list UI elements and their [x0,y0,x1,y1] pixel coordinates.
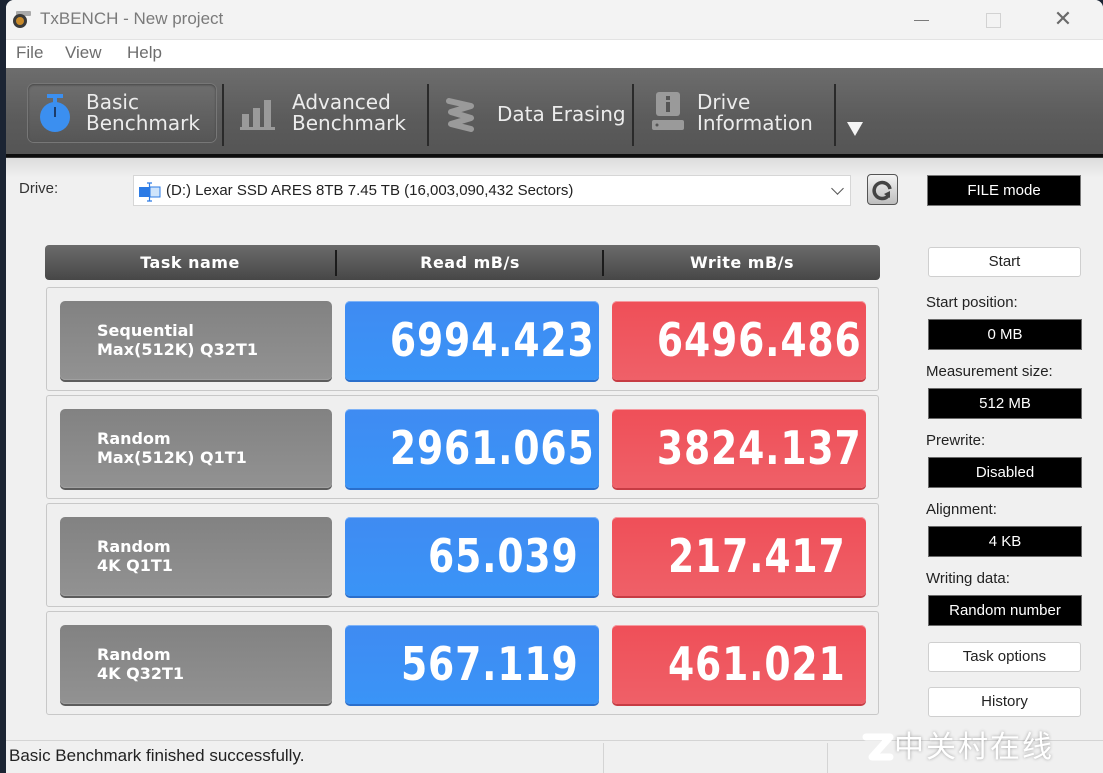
bar-chart-icon [240,100,275,130]
tab-data-erasing[interactable]: Data Erasing [434,84,630,142]
drive-select[interactable]: (D:) Lexar SSD ARES 8TB 7.45 TB (16,003,… [133,175,851,206]
tab-label-line2: Information [697,111,813,135]
read-result: 2961.065 [345,409,599,488]
writing-data-label: Writing data: [926,570,1010,587]
tab-basic-benchmark[interactable]: Basic Benchmark [28,84,216,142]
tab-label-line2: Benchmark [86,111,200,135]
refresh-button[interactable] [867,174,898,205]
writing-data-value[interactable]: Random number [928,595,1082,626]
prewrite-label: Prewrite: [926,432,986,449]
header-task-name: Task name [140,253,240,272]
task-options-button[interactable]: Task options [928,642,1081,672]
status-separator [603,743,604,773]
table-row: Random Max(512K) Q1T1 2961.065 3824.137 [46,395,879,499]
write-result: 3824.137 [612,409,866,488]
maximize-button[interactable] [978,6,1008,34]
tab-label: Data Erasing [497,102,626,126]
alignment-label: Alignment: [926,501,997,518]
task-name: Random 4K Q32T1 [97,645,185,683]
tab-label-line2: Benchmark [292,111,406,135]
start-position-label: Start position: [926,294,1018,311]
toolbar-separator [427,84,429,146]
alignment-value[interactable]: 4 KB [928,526,1082,557]
main-toolbar: Basic Benchmark Advanced Benchmark Data … [6,68,1103,158]
watermark-text: 中关村在线 [894,730,1054,765]
drive-info-icon [652,92,684,130]
menu-file[interactable]: File [16,43,43,63]
menu-bar: File View Help [6,40,1103,68]
status-separator [827,743,828,773]
read-result: 567.119 [345,625,599,704]
refresh-icon [872,180,892,201]
toolbar-separator [632,84,634,146]
toolbar-separator [834,84,836,146]
mode-indicator: FILE mode [927,175,1081,206]
header-write: Write mB/s [689,253,795,272]
start-button[interactable]: Start [928,247,1081,277]
write-result: 217.417 [612,517,866,596]
header-read: Read mB/s [420,253,520,272]
drive-label: Drive: [19,180,59,197]
toolbar-separator [222,84,224,146]
tab-drive-information[interactable]: Drive Information [640,84,836,142]
minimize-button[interactable] [906,6,936,34]
task-name: Random Max(512K) Q1T1 [97,429,247,467]
close-icon: ✕ [1053,7,1073,32]
table-row: Sequential Max(512K) Q32T1 6994.423 6496… [46,287,879,391]
status-text: Basic Benchmark finished successfully. [9,746,305,765]
task-button[interactable]: Random 4K Q32T1 [60,625,332,704]
table-row: Random 4K Q1T1 65.039 217.417 [46,503,879,607]
app-window: TxBENCH - New project ✕ File View Help B… [6,0,1103,773]
stopwatch-icon [40,94,70,132]
app-logo-icon [13,11,31,28]
write-result: 461.021 [612,625,866,704]
measurement-size-value[interactable]: 512 MB [928,388,1082,419]
read-result: 6994.423 [345,301,599,380]
task-name: Random 4K Q1T1 [97,537,173,575]
close-button[interactable]: ✕ [1048,6,1078,34]
prewrite-value[interactable]: Disabled [928,457,1082,488]
triangle-down-icon[interactable] [847,122,863,136]
measurement-size-label: Measurement size: [926,363,1053,380]
chevron-down-icon [831,182,844,195]
write-result: 6496.486 [612,301,866,380]
task-button[interactable]: Random Max(512K) Q1T1 [60,409,332,488]
eraser-icon [446,98,474,132]
title-bar: TxBENCH - New project ✕ [6,0,1103,40]
task-name: Sequential Max(512K) Q32T1 [97,321,258,359]
menu-view[interactable]: View [65,43,102,63]
start-position-value[interactable]: 0 MB [928,319,1082,350]
drive-select-value: (D:) Lexar SSD ARES 8TB 7.45 TB (16,003,… [166,182,574,199]
table-row: Random 4K Q32T1 567.119 461.021 [46,611,879,715]
watermark: 中关村在线 [862,722,1054,766]
window-title: TxBENCH - New project [40,9,224,28]
tab-advanced-benchmark[interactable]: Advanced Benchmark [230,84,426,142]
menu-help[interactable]: Help [127,43,162,63]
results-table-header: Task name Read mB/s Write mB/s [45,245,880,280]
history-button[interactable]: History [928,687,1081,717]
drive-icon [139,182,161,202]
zol-logo-icon [862,733,894,761]
task-button[interactable]: Sequential Max(512K) Q32T1 [60,301,332,380]
read-result: 65.039 [345,517,599,596]
task-button[interactable]: Random 4K Q1T1 [60,517,332,596]
main-panel: Drive: (D:) Lexar SSD ARES 8TB 7.45 TB (… [6,158,1103,738]
